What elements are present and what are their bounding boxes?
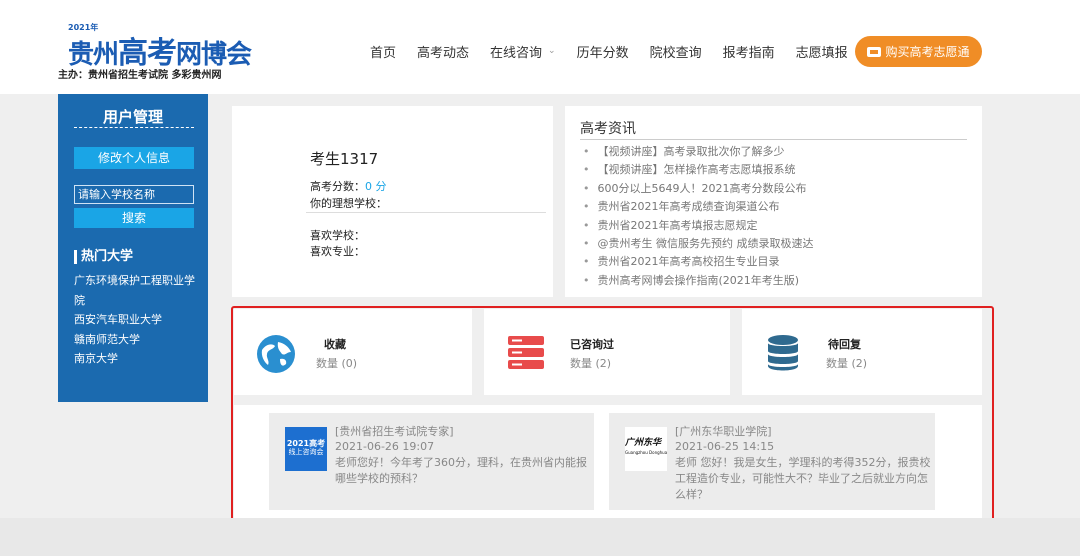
- nav-item-schools[interactable]: 院校查询: [650, 42, 702, 61]
- search-button[interactable]: 搜索: [74, 208, 194, 228]
- news-item[interactable]: 【视频讲座】怎样操作高考志愿填报系统: [583, 161, 814, 179]
- score-value: 0 分: [365, 180, 387, 193]
- nav-label: 志愿填报: [795, 45, 848, 61]
- like-school-label: 喜欢学校：: [310, 229, 365, 242]
- nav-item-scores[interactable]: 历年分数: [577, 42, 629, 61]
- score-label: 高考分数：: [310, 180, 365, 193]
- card-icon: [867, 46, 882, 57]
- hot-university-link[interactable]: 西安汽车职业大学: [74, 310, 204, 330]
- chevron-down-icon: ⌄: [548, 46, 556, 56]
- nav-label: 报考指南: [722, 45, 775, 61]
- hot-university-link[interactable]: 南京大学: [74, 349, 204, 369]
- news-item[interactable]: 贵州高考网博会操作指南(2021年考生版): [583, 272, 814, 290]
- nav-item-consult[interactable]: 在线咨询 ⌄: [490, 42, 556, 61]
- news-card: 高考资讯 【视频讲座】高考录取批次你了解多少 【视频讲座】怎样操作高考志愿填报系…: [565, 106, 982, 297]
- hot-universities-title: 热门大学: [74, 250, 133, 264]
- nav-item-guide[interactable]: 报考指南: [723, 42, 775, 61]
- footer-band: [0, 518, 1080, 556]
- score-line: 高考分数：0 分: [310, 178, 387, 194]
- nav-label: 在线咨询: [490, 45, 543, 61]
- like-major-label: 喜欢专业：: [310, 245, 365, 258]
- hot-universities-list: 广东环境保护工程职业学院 西安汽车职业大学 赣南师范大学 南京大学: [74, 271, 204, 369]
- news-title: 高考资讯: [580, 121, 636, 137]
- divider: [306, 212, 546, 213]
- nav-label: 院校查询: [649, 45, 702, 61]
- divider: [580, 139, 967, 140]
- main-nav: 首页 高考动态 在线咨询 ⌄ 历年分数 院校查询 报考指南 志愿填报⌄: [370, 36, 882, 66]
- edit-profile-button[interactable]: 修改个人信息: [74, 147, 194, 169]
- site-logo[interactable]: 2021年 贵州高考网博会 主办：贵州省招生考试院 多彩贵州网: [58, 20, 256, 81]
- nav-label: 历年分数: [576, 45, 629, 61]
- highlight-frame: [231, 306, 994, 524]
- hot-university-link[interactable]: 赣南师范大学: [74, 330, 204, 350]
- nav-label: 高考动态: [417, 45, 470, 61]
- student-name: 考生1317: [310, 150, 379, 168]
- nav-item-news[interactable]: 高考动态: [417, 42, 469, 61]
- news-list: 【视频讲座】高考录取批次你了解多少 【视频讲座】怎样操作高考志愿填报系统 600…: [583, 143, 814, 290]
- nav-label: 首页: [370, 45, 397, 61]
- news-item[interactable]: 贵州省2021年高考高校招生专业目录: [583, 253, 814, 271]
- buy-button[interactable]: 购买高考志愿通: [855, 36, 982, 67]
- news-item[interactable]: 600分以上5649人！2021高考分数段公布: [583, 180, 814, 198]
- buy-button-label: 购买高考志愿通: [885, 45, 970, 59]
- news-item[interactable]: 贵州省2021年高考成绩查询渠道公布: [583, 198, 814, 216]
- site-header: 2021年 贵州高考网博会 主办：贵州省招生考试院 多彩贵州网 首页 高考动态 …: [0, 0, 1080, 94]
- news-item[interactable]: 【视频讲座】高考录取批次你了解多少: [583, 143, 814, 161]
- nav-item-home[interactable]: 首页: [370, 42, 396, 61]
- nav-item-apply[interactable]: 志愿填报⌄: [796, 42, 862, 61]
- user-sidebar: 用户管理 修改个人信息 请输入学校名称 搜索 热门大学 广东环境保护工程职业学院…: [58, 94, 208, 402]
- ideal-school-label: 你的理想学校：: [310, 197, 387, 210]
- hot-university-link[interactable]: 广东环境保护工程职业学院: [74, 271, 204, 310]
- news-item[interactable]: @贵州考生 微信服务先预约 成绩录取极速达: [583, 235, 814, 253]
- school-search-input[interactable]: 请输入学校名称: [74, 185, 194, 204]
- news-item[interactable]: 贵州省2021年高考填报志愿规定: [583, 217, 814, 235]
- profile-card: 考生1317 高考分数：0 分 你的理想学校： 喜欢学校： 喜欢专业：: [232, 106, 553, 297]
- logo-host: 主办：贵州省招生考试院 多彩贵州网: [58, 70, 222, 81]
- sidebar-title: 用户管理: [102, 108, 163, 126]
- divider: [74, 127, 194, 128]
